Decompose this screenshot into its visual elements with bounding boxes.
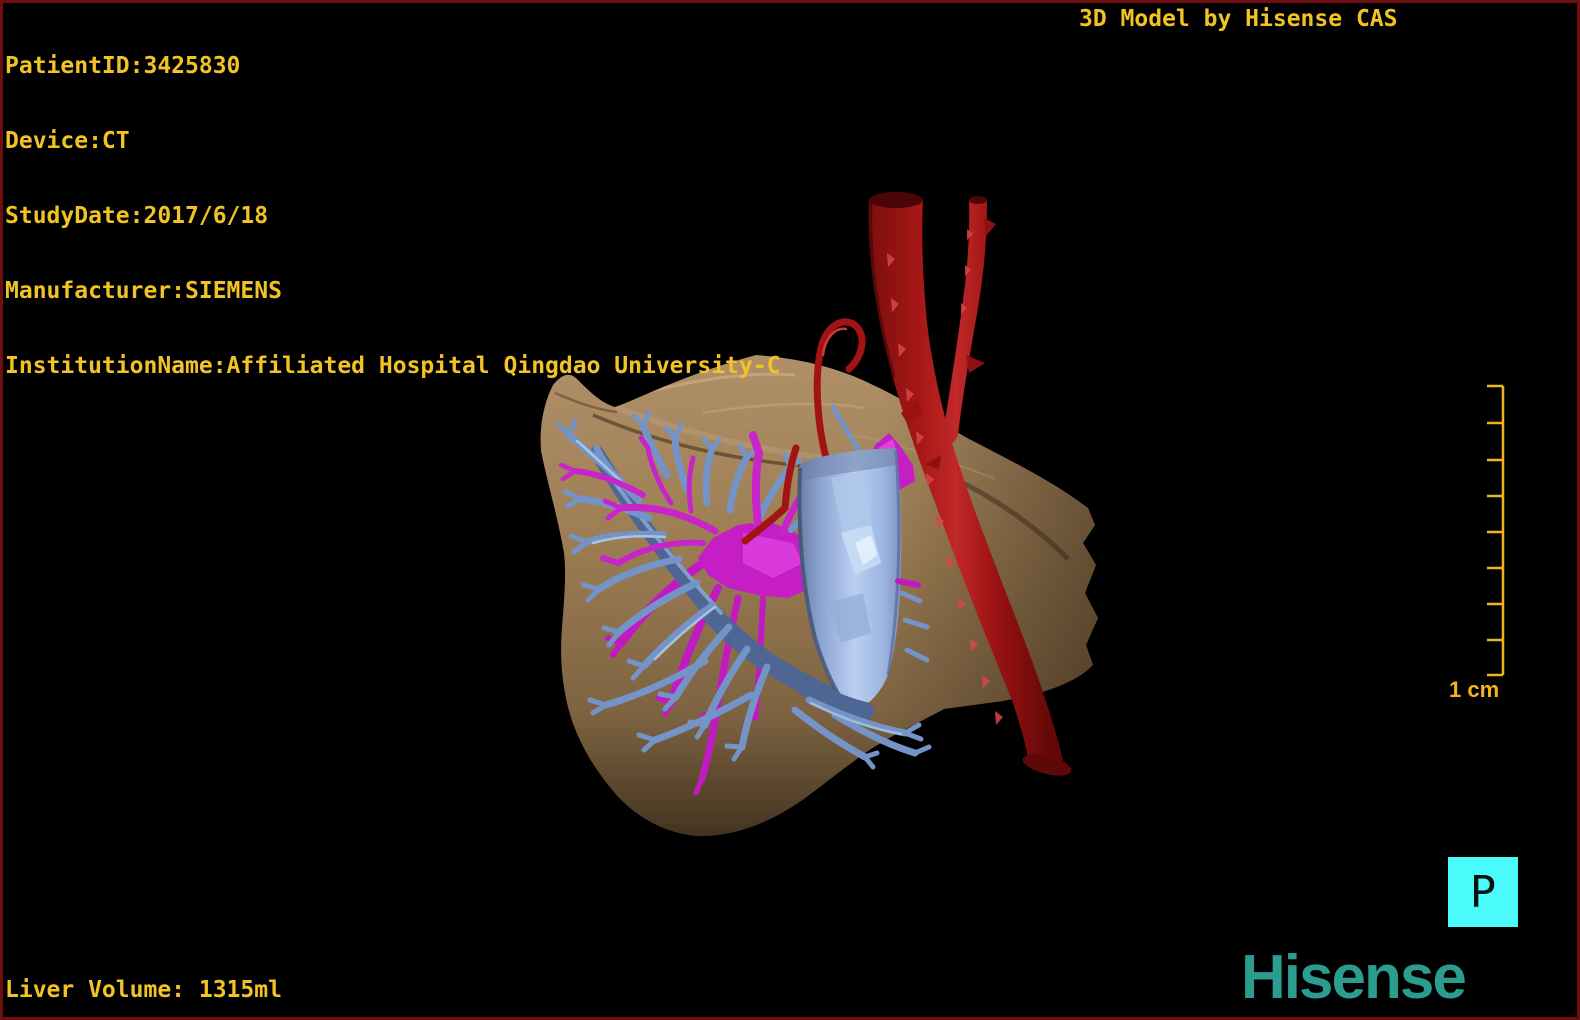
patient-info-block: PatientID:3425830 Device:CT StudyDate:20…	[5, 4, 780, 429]
hisense-logo: Hisense	[1241, 943, 1467, 1012]
orientation-marker-posterior: P	[1448, 857, 1518, 927]
manufacturer-line: Manufacturer:SIEMENS	[5, 278, 282, 304]
viewer-title: 3D Model by Hisense CAS	[1079, 6, 1398, 32]
device-line: Device:CT	[5, 128, 130, 154]
liver-volume-readout: Liver Volume: 1315ml	[5, 977, 282, 1003]
scale-ruler	[1487, 384, 1505, 677]
scale-label: 1 cm	[1449, 677, 1499, 702]
patient-id-line: PatientID:3425830	[5, 53, 241, 79]
institution-line: InstitutionName:Affiliated Hospital Qing…	[5, 353, 781, 379]
cas-3d-viewer-window: 1 cm PatientID:3425830 Device:CT StudyDa…	[0, 0, 1580, 1020]
study-date-line: StudyDate:2017/6/18	[5, 203, 269, 229]
